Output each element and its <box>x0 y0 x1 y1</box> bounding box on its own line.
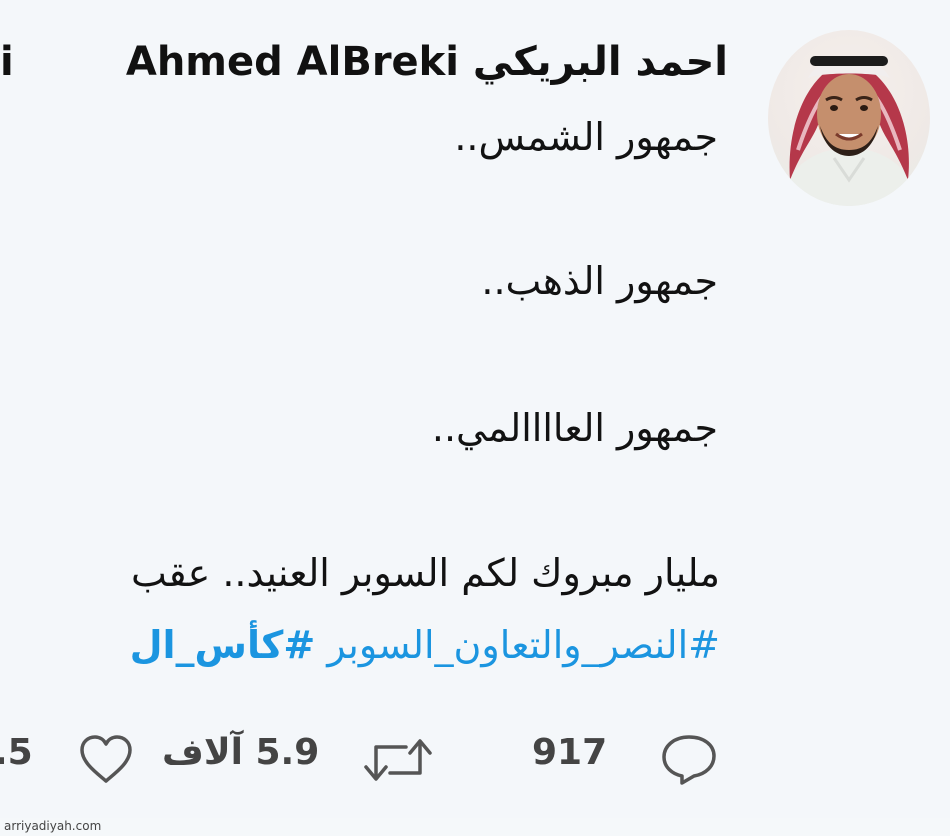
like-count: .5 <box>0 732 33 773</box>
retweet-count: 5.9 آلاف <box>162 732 320 773</box>
tweet-actions: 917 5.9 آلاف .5 <box>0 725 730 795</box>
author-name[interactable]: Ahmed AlBreki احمد البريكي <box>126 36 728 88</box>
hashtag-link-bold[interactable]: #كأس_ال <box>130 623 316 667</box>
like-icon[interactable] <box>78 733 134 789</box>
reply-count: 917 <box>532 732 608 773</box>
tweet-line-4-row: مليار مبروك لكم السوبر العنيد.. عقب <box>0 546 720 602</box>
hashtags-row: #النصر_والتعاون_السوبر #كأس_ال <box>0 618 720 674</box>
tweet-line-1: جمهور الشمس.. <box>454 115 718 159</box>
retweet-icon[interactable] <box>362 733 434 791</box>
site-watermark: arriyadiyah.com <box>4 819 102 833</box>
tweet-card: Ahmed AlBreki احمد البريكي i جمهور الشمس… <box>0 0 950 818</box>
author-name-cut: i <box>0 39 14 85</box>
tweet-line-4: مليار مبروك لكم السوبر العنيد.. عقب <box>131 551 720 595</box>
hashtag-link[interactable]: #النصر_والتعاون_السوبر <box>327 623 720 667</box>
tweet-line-2: جمهور الذهب.. <box>481 259 718 303</box>
hashtags: #النصر_والتعاون_السوبر #كأس_ال <box>130 620 720 670</box>
reply-icon[interactable] <box>660 733 718 789</box>
tweet-line-3: جمهور العاااالمي.. <box>431 406 718 450</box>
author-name-row: Ahmed AlBreki احمد البريكي <box>0 30 728 94</box>
avatar-portrait <box>778 56 920 206</box>
author-avatar[interactable] <box>768 30 930 206</box>
